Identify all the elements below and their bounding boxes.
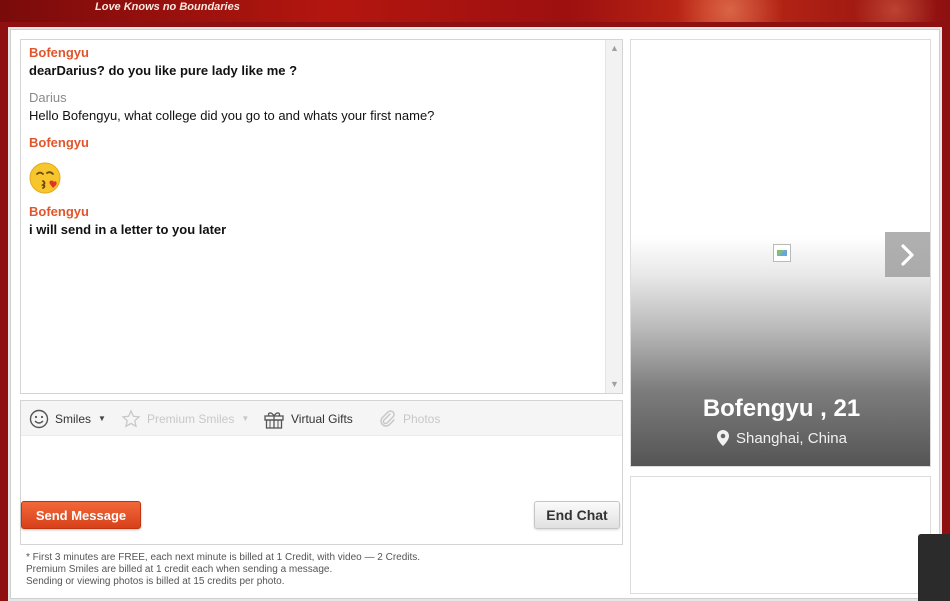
smiley-face-icon [29, 409, 49, 428]
chevron-down-icon: ▼ [98, 414, 106, 423]
chat-message: Darius Hello Bofengyu, what college did … [29, 89, 597, 125]
profile-location: Shanghai, China [631, 429, 932, 447]
send-message-button[interactable]: Send Message [21, 501, 141, 529]
paperclip-icon [380, 409, 395, 427]
scroll-up-icon[interactable]: ▲ [606, 40, 623, 57]
billing-note: * First 3 minutes are FREE, each next mi… [26, 552, 421, 563]
chevron-right-icon [900, 243, 914, 266]
chevron-down-icon: ▼ [241, 414, 250, 423]
profile-name-age: Bofengyu , 21 [702, 395, 861, 422]
composer-toolbar: Smiles ▼ Premium Smiles ▼ Virtual Gifts … [21, 401, 622, 436]
chat-scrollbar[interactable]: ▲ ▼ [605, 40, 622, 393]
next-photo-button[interactable] [885, 232, 930, 277]
message-sender: Darius [29, 90, 67, 105]
star-icon [121, 408, 141, 428]
virtual-gifts-button[interactable]: Virtual Gifts [263, 401, 353, 436]
message-sender: Bofengyu [29, 45, 89, 60]
smiles-label: Smiles [55, 411, 92, 426]
site-banner: Love Knows no Boundaries [0, 0, 950, 22]
profile-photo[interactable] [773, 244, 791, 262]
premium-smiles-label: Premium Smiles [147, 411, 235, 426]
chat-message: Bofengyu i will send in a letter to you … [29, 203, 597, 239]
billing-notes: * First 3 minutes are FREE, each next mi… [26, 552, 616, 588]
banner-tagline: Love Knows no Boundaries [95, 1, 240, 13]
message-sender: Bofengyu [29, 204, 89, 219]
message-sender: Bofengyu [29, 135, 89, 150]
message-input[interactable] [21, 436, 622, 496]
premium-smiles-menu[interactable]: Premium Smiles ▼ [121, 401, 249, 436]
virtual-gifts-label: Virtual Gifts [291, 411, 353, 426]
message-text: dearDarius? do you like pure lady like m… [29, 63, 298, 78]
profile-card: Bofengyu , 21 Shanghai, China [630, 39, 931, 467]
banner-decoration [840, 0, 950, 22]
kiss-face-icon [29, 162, 61, 194]
chat-log: Bofengyu dearDarius? do you like pure la… [20, 39, 623, 394]
photos-button[interactable]: Photos [377, 401, 440, 436]
banner-decoration [660, 0, 800, 22]
map-pin-icon [717, 430, 730, 446]
message-composer: Smiles ▼ Premium Smiles ▼ Virtual Gifts … [20, 400, 623, 545]
photos-label: Photos [403, 411, 441, 426]
chat-message: Bofengyu [29, 134, 597, 194]
end-chat-button[interactable]: End Chat [534, 501, 620, 529]
smiles-menu[interactable]: Smiles ▼ [29, 401, 106, 436]
corner-widget[interactable] [918, 534, 950, 601]
profile-location-text: Shanghai, China [736, 429, 847, 447]
chat-window: Bofengyu dearDarius? do you like pure la… [10, 29, 940, 599]
gift-icon [264, 411, 284, 429]
chat-messages: Bofengyu dearDarius? do you like pure la… [21, 40, 605, 393]
profile-extra-panel [630, 476, 931, 594]
message-text: Hello Bofengyu, what college did you go … [29, 108, 435, 123]
message-text: i will send in a letter to you later [29, 222, 227, 237]
chat-message: Bofengyu dearDarius? do you like pure la… [29, 44, 597, 80]
scroll-down-icon[interactable]: ▼ [606, 376, 623, 393]
billing-note: Premium Smiles are billed at 1 credit ea… [26, 564, 333, 575]
billing-note: Sending or viewing photos is billed at 1… [26, 576, 285, 587]
